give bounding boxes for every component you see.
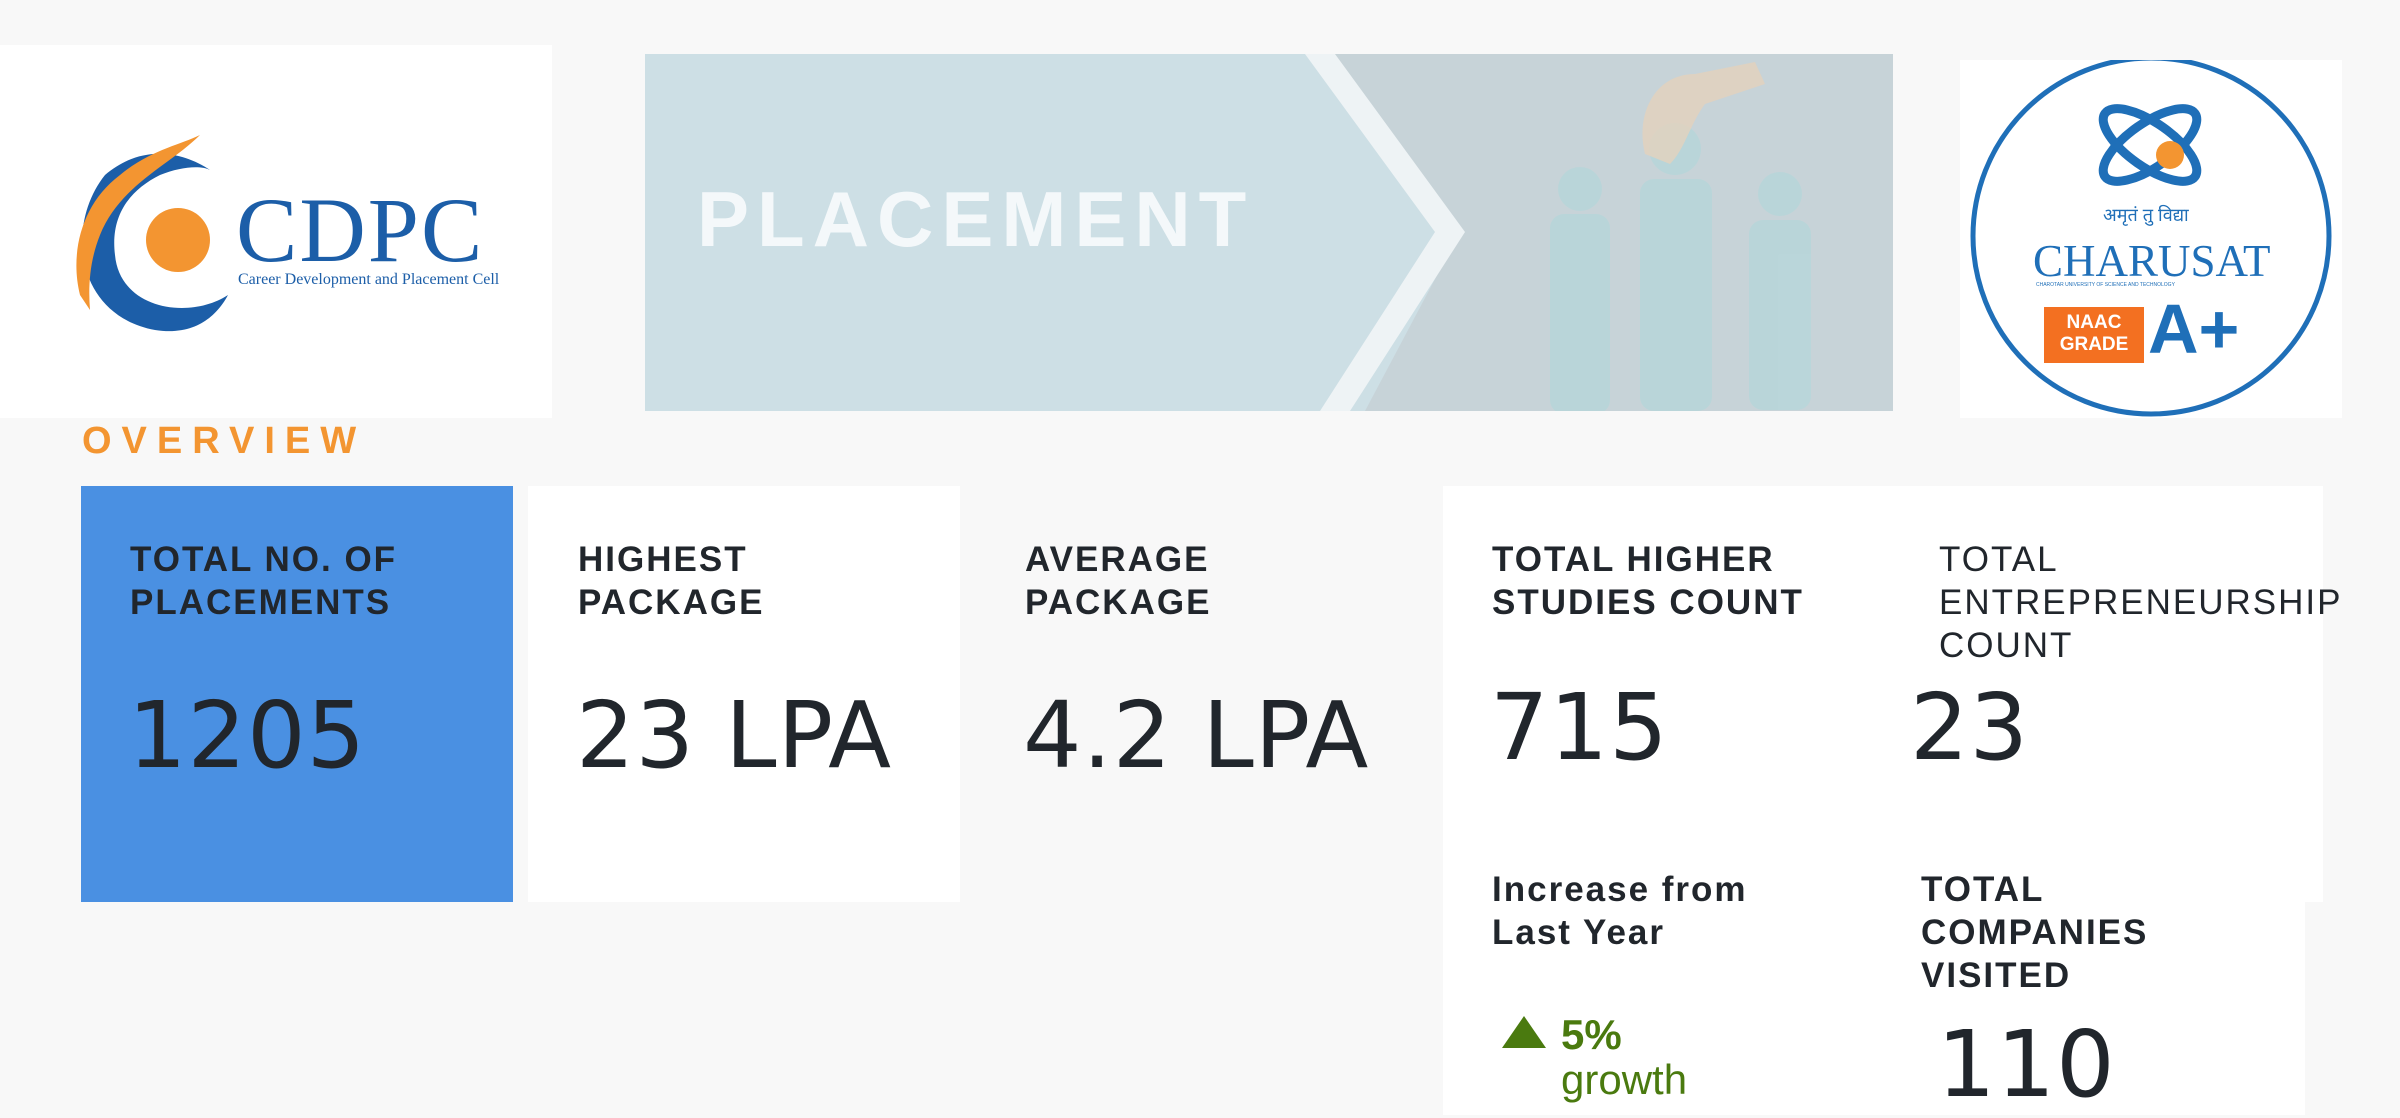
cdpc-tagline: Career Development and Placement Cell — [238, 271, 500, 288]
overview-heading: OVERVIEW — [82, 420, 367, 462]
companies-value: 110 — [1937, 1011, 2116, 1118]
companies-label: TOTAL COMPANIES VISITED — [1921, 868, 2148, 997]
average-package-card: AVERAGE PACKAGE 4.2 LPA — [975, 486, 1435, 902]
entrepreneurship-value: 23 — [1910, 674, 2030, 781]
charusat-logo-panel: अमृतं तु विद्या CHARUSAT CHAROTAR UNIVER… — [1960, 60, 2342, 418]
average-label-line1: AVERAGE — [1025, 540, 1210, 579]
higher-studies-label-line2: STUDIES COUNT — [1492, 583, 1804, 622]
increase-label-line1: Increase from — [1492, 870, 1748, 909]
higher-studies-label-line1: TOTAL HIGHER — [1492, 540, 1775, 579]
charusat-name: CHARUSAT — [2033, 236, 2271, 286]
increase-label: Increase from Last Year — [1492, 868, 1748, 954]
charusat-subtitle: CHAROTAR UNIVERSITY OF SCIENCE AND TECHN… — [2036, 282, 2175, 288]
charusat-motto: अमृतं तु विद्या — [2103, 205, 2189, 225]
naac-badge-text: NAAC GRADE — [2059, 312, 2129, 355]
cdpc-name: CDPC — [236, 179, 485, 281]
higher-studies-label: TOTAL HIGHER STUDIES COUNT — [1492, 538, 1804, 624]
banner-title: PLACEMENT — [697, 175, 1255, 263]
placements-value: 1205 — [128, 682, 367, 789]
highest-value: 23 LPA — [576, 682, 893, 789]
growth-value: 5% — [1561, 1011, 1622, 1058]
highest-package-card: HIGHEST PACKAGE 23 LPA — [528, 486, 960, 902]
triangle-up-icon — [1502, 1016, 1546, 1048]
average-label-line2: PACKAGE — [1025, 583, 1212, 622]
companies-label-line1: TOTAL — [1921, 870, 2045, 909]
companies-label-line2: COMPANIES — [1921, 913, 2149, 952]
cdpc-logo-icon — [76, 135, 229, 332]
placements-card: TOTAL NO. OF PLACEMENTS 1205 — [81, 486, 513, 902]
cdpc-logo-panel: CDPC Career Development and Placement Ce… — [0, 45, 552, 418]
average-value: 4.2 LPA — [1023, 682, 1370, 789]
highest-label-line1: HIGHEST — [578, 540, 748, 579]
increase-label-line2: Last Year — [1492, 913, 1666, 952]
higher-studies-value: 715 — [1490, 674, 1669, 781]
growth-suffix: growth — [1561, 1056, 1688, 1103]
placements-label-line2: PLACEMENTS — [130, 583, 392, 622]
placements-label-line1: TOTAL NO. OF — [130, 540, 398, 579]
entrepreneurship-label-line2: ENTREPRENEURSHIP — [1939, 583, 2343, 622]
highest-label-line2: PACKAGE — [578, 583, 765, 622]
naac-grade: A+ — [2148, 290, 2240, 368]
placement-banner: PLACEMENT — [645, 54, 1893, 411]
entrepreneurship-label: TOTAL ENTREPRENEURSHIP COUNT — [1939, 538, 2342, 667]
companies-label-line3: VISITED — [1921, 956, 2072, 995]
entrepreneurship-label-line1: TOTAL — [1939, 540, 2059, 579]
entrepreneurship-label-line3: COUNT — [1939, 626, 2074, 665]
